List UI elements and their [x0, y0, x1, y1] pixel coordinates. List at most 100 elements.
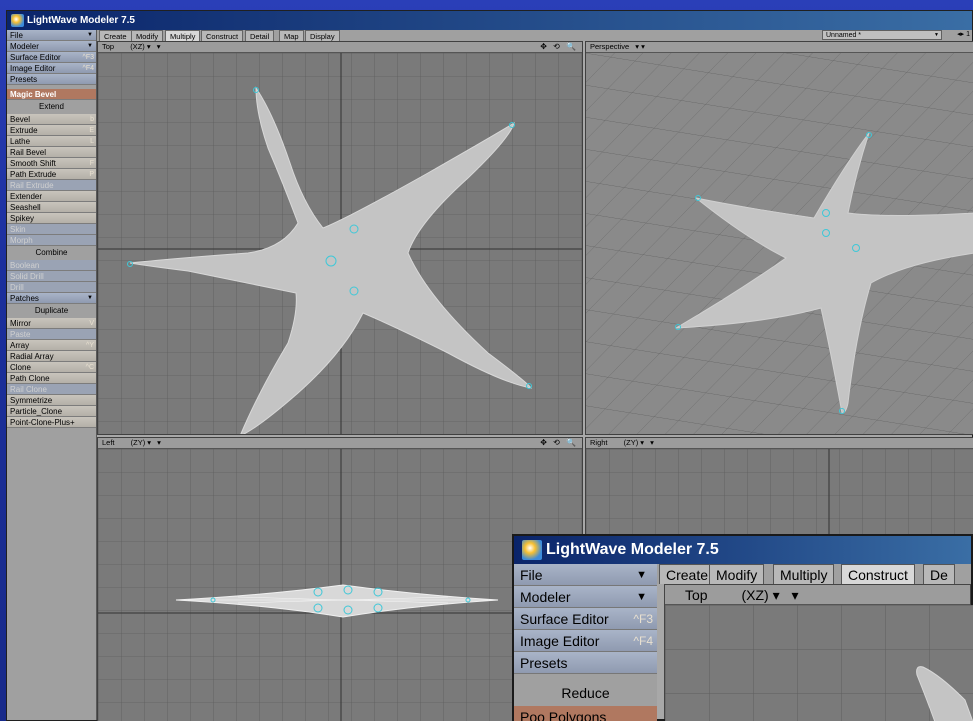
zoomed-menu-hotkey: ^F3 — [633, 612, 653, 626]
lightwave-app-icon — [11, 14, 24, 27]
tool-array[interactable]: Array ^Y — [7, 340, 96, 351]
zoomed-viewport-label[interactable]: Top — [685, 587, 708, 603]
menu-surface-editor-hotkey: ^F3 — [82, 54, 94, 61]
tool-rail-bevel[interactable]: Rail Bevel — [7, 147, 96, 158]
menu-image-editor[interactable]: Image Editor ^F4 — [7, 63, 96, 74]
tool-lathe-hotkey: L — [90, 138, 94, 145]
tool-rail-clone[interactable]: Rail Clone — [7, 384, 96, 395]
tool-lathe[interactable]: Lathe L — [7, 136, 96, 147]
zoomed-tool-tabs: Create Modify Multiply Construct De — [657, 564, 971, 584]
viewport-right-label[interactable]: Right — [590, 438, 608, 447]
zoomed-menu-surface-editor[interactable]: Surface Editor ^F3 — [514, 608, 657, 630]
viewport-perspective-canvas[interactable] — [586, 53, 973, 434]
tool-boolean[interactable]: Boolean — [7, 260, 96, 271]
tool-rail-extrude-label: Rail Extrude — [10, 181, 54, 190]
zoomed-tab-de[interactable]: De — [923, 564, 955, 584]
zoomed-tab-multiply[interactable]: Multiply — [773, 564, 835, 584]
tool-rail-extrude[interactable]: Rail Extrude — [7, 180, 96, 191]
zoomed-viewport-axis[interactable]: (XZ) ▾ — [741, 587, 779, 603]
tool-extender-label: Extender — [10, 192, 43, 201]
tool-patches[interactable]: Patches — [7, 293, 96, 304]
viewport-top-canvas[interactable] — [98, 53, 582, 434]
tab-multiply[interactable]: Multiply — [165, 30, 201, 41]
viewport-left-axis[interactable]: (ZY) ▾ — [131, 438, 151, 448]
tool-seashell[interactable]: Seashell — [7, 202, 96, 213]
tool-mirror[interactable]: Mirror V — [7, 318, 96, 329]
zoomed-viewport-dropdown[interactable]: ▾ — [792, 587, 799, 603]
tab-modify[interactable]: Modify — [131, 30, 164, 41]
zoomed-tab-modify[interactable]: Modify — [709, 564, 765, 584]
tool-spikey[interactable]: Spikey — [7, 213, 96, 224]
menu-surface-editor-label: Surface Editor — [10, 53, 61, 62]
viewport-top[interactable]: Top (XZ) ▾ ▾ ✥ ⟲ 🔍 — [97, 41, 583, 435]
viewport-top-label[interactable]: Top — [102, 42, 114, 51]
tool-rail-bevel-label: Rail Bevel — [10, 148, 47, 157]
tool-solid-drill[interactable]: Solid Drill — [7, 271, 96, 282]
tool-bevel-label: Bevel — [10, 115, 31, 124]
zoomed-menu-presets[interactable]: Presets — [514, 652, 657, 674]
tool-extender[interactable]: Extender — [7, 191, 96, 202]
tool-mirror-hotkey: V — [89, 320, 94, 327]
tool-point-clone-plus[interactable]: Point-Clone-Plus+ — [7, 417, 96, 428]
zoomed-menu-modeler[interactable]: Modeler — [514, 586, 657, 608]
viewport-left[interactable]: Left (ZY) ▾ ▾ ✥ ⟲ 🔍 — [97, 437, 583, 721]
zoomed-tab-create[interactable]: Create — [659, 564, 716, 584]
tool-bevel-hotkey: b — [90, 116, 94, 123]
tool-drill[interactable]: Drill — [7, 282, 96, 293]
tool-symmetrize[interactable]: Symmetrize — [7, 395, 96, 406]
zoomed-menu-hotkey: ^F4 — [633, 634, 653, 648]
menu-file[interactable]: File — [7, 30, 96, 41]
zoomed-menu-label: Modeler — [520, 589, 571, 605]
viewport-left-label[interactable]: Left — [102, 438, 115, 447]
viewport-top-mode-dropdown[interactable]: ▾ — [157, 42, 161, 52]
zoomed-menu-file[interactable]: File — [514, 564, 657, 586]
tool-tabs: Unnamed * ◂▸ 1 CreateModifyMultiplyConst… — [97, 30, 972, 41]
tab-display[interactable]: Display — [305, 30, 340, 41]
tool-paste[interactable]: Paste — [7, 329, 96, 340]
viewport-top-tools[interactable]: ✥ ⟲ 🔍 — [540, 42, 578, 52]
tool-radial-array-label: Radial Array — [10, 352, 54, 361]
tool-clone[interactable]: Clone ^C — [7, 362, 96, 373]
magic-bevel-button[interactable]: Magic Bevel — [7, 89, 96, 100]
tab-map[interactable]: Map — [279, 30, 304, 41]
zoomed-partial-tool[interactable]: Poo Polygons — [514, 706, 657, 721]
tab-detail[interactable]: Detail — [245, 30, 275, 41]
next-layer-icon[interactable]: ▸ — [961, 31, 965, 38]
tab-construct[interactable]: Construct — [201, 30, 244, 41]
menu-surface-editor[interactable]: Surface Editor ^F3 — [7, 52, 96, 63]
zoomed-menu-label: File — [520, 567, 543, 583]
tool-extrude[interactable]: Extrude E — [7, 125, 96, 136]
tool-array-label: Array — [10, 341, 30, 350]
zoomed-viewport-top[interactable]: Top (XZ) ▾ ▾ — [664, 584, 973, 721]
viewport-perspective-label[interactable]: Perspective — [590, 42, 629, 51]
viewport-left-mode-dropdown[interactable]: ▾ — [157, 438, 161, 448]
tab-create[interactable]: Create — [99, 30, 132, 41]
viewport-perspective[interactable]: Perspective ▾ ▾ — [585, 41, 973, 435]
menu-modeler[interactable]: Modeler — [7, 41, 96, 52]
tool-morph-label: Morph — [10, 236, 33, 245]
tool-skin[interactable]: Skin — [7, 224, 96, 235]
viewport-perspective-dropdown[interactable]: ▾ ▾ — [635, 42, 645, 52]
zoomed-menu-image-editor[interactable]: Image Editor ^F4 — [514, 630, 657, 652]
viewport-left-tools[interactable]: ✥ ⟲ 🔍 — [540, 438, 578, 448]
tool-lathe-label: Lathe — [10, 137, 31, 146]
tool-smooth-shift[interactable]: Smooth Shift F — [7, 158, 96, 169]
tool-morph[interactable]: Morph — [7, 235, 96, 246]
zoomed-menu-label: Image Editor — [520, 633, 600, 649]
zoomed-tab-construct[interactable]: Construct — [841, 564, 915, 584]
menu-presets[interactable]: Presets — [7, 74, 96, 85]
viewport-top-axis[interactable]: (XZ) ▾ — [130, 42, 150, 52]
viewport-left-canvas[interactable] — [98, 449, 582, 721]
viewport-right-axis[interactable]: (ZY) ▾ — [624, 438, 644, 448]
tool-radial-array[interactable]: Radial Array — [7, 351, 96, 362]
tool-bevel[interactable]: Bevel b — [7, 114, 96, 125]
tool-path-clone[interactable]: Path Clone — [7, 373, 96, 384]
tool-seashell-label: Seashell — [10, 203, 41, 212]
tool-particle-clone[interactable]: Particle_Clone — [7, 406, 96, 417]
tool-path-extrude[interactable]: Path Extrude P — [7, 169, 96, 180]
layer-control[interactable]: ◂▸ 1 — [957, 30, 970, 40]
tool-paste-label: Paste — [10, 330, 31, 339]
viewport-right-mode-dropdown[interactable]: ▾ — [650, 438, 654, 448]
tool-clone-hotkey: ^C — [85, 364, 94, 371]
document-selector[interactable]: Unnamed * — [822, 30, 942, 40]
